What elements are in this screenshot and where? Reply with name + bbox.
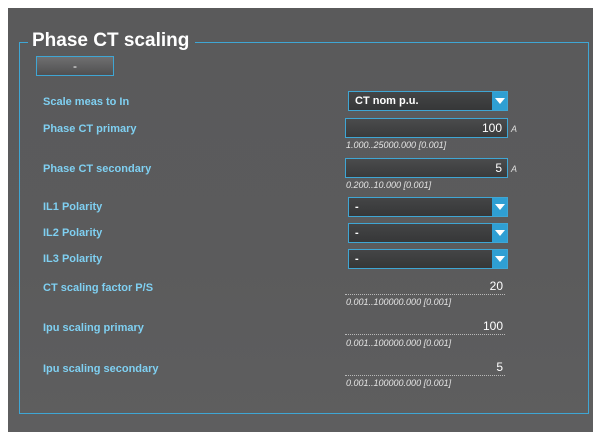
il1-polarity-label: IL1 Polarity <box>43 201 103 213</box>
il1-polarity-value: - <box>355 201 359 213</box>
ct-secondary-range: 0.200..10.000 [0.001] <box>346 180 432 190</box>
il3-polarity-label: IL3 Polarity <box>43 253 103 265</box>
ct-factor-value: 20 <box>489 279 503 293</box>
scale-meas-label: Scale meas to In <box>43 96 130 108</box>
ipu-secondary-value: 5 <box>496 360 503 374</box>
il2-polarity-select[interactable]: - <box>348 223 508 243</box>
ct-primary-unit: A <box>511 124 518 134</box>
ct-secondary-input[interactable]: 5 <box>345 158 508 178</box>
ct-primary-input[interactable]: 100 <box>345 118 508 138</box>
ct-primary-range: 1.000..25000.000 [0.001] <box>346 140 447 150</box>
ct-factor-label: CT scaling factor P/S <box>43 282 154 294</box>
ct-primary-value: 100 <box>481 121 502 135</box>
il3-polarity-value: - <box>355 253 359 265</box>
ipu-primary-readout: 100 <box>345 318 505 335</box>
ct-secondary-label: Phase CT secondary <box>43 163 152 175</box>
chevron-down-icon[interactable] <box>492 92 507 110</box>
ipu-primary-value: 100 <box>482 319 503 333</box>
section-title: Phase CT scaling <box>28 30 196 52</box>
ct-factor-range: 0.001..100000.000 [0.001] <box>346 297 452 307</box>
ipu-secondary-range: 0.001..100000.000 [0.001] <box>346 378 452 388</box>
collapse-button[interactable]: - <box>36 56 114 76</box>
scale-meas-value: CT nom p.u. <box>355 95 419 107</box>
ipu-secondary-readout: 5 <box>345 359 505 376</box>
chevron-down-icon[interactable] <box>492 250 507 268</box>
ct-primary-label: Phase CT primary <box>43 123 137 135</box>
il1-polarity-select[interactable]: - <box>348 197 508 217</box>
scale-meas-select[interactable]: CT nom p.u. <box>348 91 508 111</box>
ipu-primary-label: Ipu scaling primary <box>43 322 144 334</box>
chevron-down-icon[interactable] <box>492 198 507 216</box>
ipu-primary-range: 0.001..100000.000 [0.001] <box>346 338 452 348</box>
ct-secondary-value: 5 <box>495 161 502 175</box>
il2-polarity-label: IL2 Polarity <box>43 227 103 239</box>
ipu-secondary-label: Ipu scaling secondary <box>43 363 159 375</box>
ct-factor-readout: 20 <box>345 278 505 295</box>
il2-polarity-value: - <box>355 227 359 239</box>
chevron-down-icon[interactable] <box>492 224 507 242</box>
il3-polarity-select[interactable]: - <box>348 249 508 269</box>
ct-secondary-unit: A <box>511 164 518 174</box>
